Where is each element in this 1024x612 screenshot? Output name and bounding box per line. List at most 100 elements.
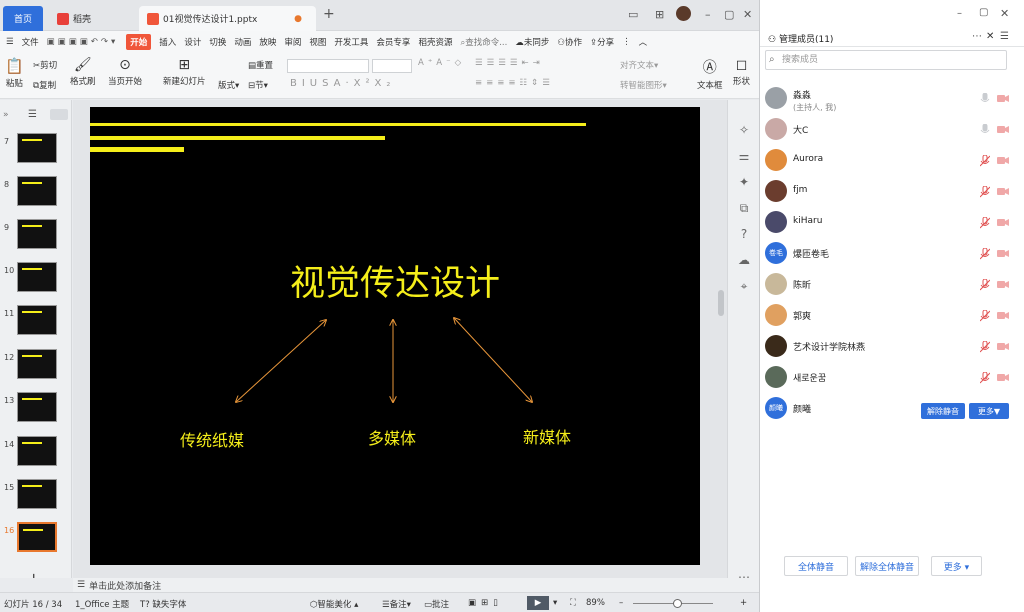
paste-button[interactable]: 📋 粘贴 xyxy=(5,57,24,89)
menu-transition[interactable]: 切换 xyxy=(209,36,226,48)
tab-home[interactable]: 首页 xyxy=(3,6,43,31)
textbox-button[interactable]: Ⓐ 文本框 xyxy=(697,57,723,91)
camera-off-icon[interactable] xyxy=(997,125,1009,134)
collapse-ribbon-icon[interactable]: ︿ xyxy=(639,36,648,48)
cloud-link-icon[interactable]: ☁ xyxy=(737,253,751,267)
member-close-icon[interactable]: ✕ xyxy=(986,31,994,42)
menu-file[interactable]: 文件 xyxy=(22,36,39,48)
member-row[interactable]: 大C xyxy=(765,117,1015,143)
font-family-select[interactable] xyxy=(287,59,369,73)
search-command[interactable]: ⌕查找命令... xyxy=(460,36,507,48)
slide-thumbnail[interactable] xyxy=(17,349,57,379)
tab-daoke[interactable]: 稻壳 xyxy=(49,6,135,31)
panel-collapse-icon[interactable]: » xyxy=(3,110,9,120)
mic-muted-icon[interactable] xyxy=(979,340,991,353)
camera-off-icon[interactable] xyxy=(997,249,1009,258)
mic-muted-icon[interactable] xyxy=(979,154,991,167)
copy-button[interactable]: ⧉复制 xyxy=(33,79,56,91)
slide-thumbnail[interactable] xyxy=(17,522,57,552)
camera-off-icon[interactable] xyxy=(997,342,1009,351)
camera-off-icon[interactable] xyxy=(997,373,1009,382)
comments-button[interactable]: ▭批注 xyxy=(424,598,449,610)
member-row[interactable]: 새로운꿈 xyxy=(765,365,1015,391)
member-row[interactable]: 淼淼 (主持人, 我) xyxy=(765,86,1015,112)
mic-muted-icon[interactable] xyxy=(979,309,991,322)
mic-muted-icon[interactable] xyxy=(979,371,991,384)
mic-icon[interactable] xyxy=(980,92,990,105)
maximize-icon[interactable]: ▢ xyxy=(724,8,734,21)
menu-review[interactable]: 审阅 xyxy=(284,36,301,48)
more-icon[interactable]: ⋮ xyxy=(622,37,631,47)
menu-animation[interactable]: 动画 xyxy=(234,36,251,48)
play-from-current-button[interactable]: ⊙ 当页开始 xyxy=(108,57,142,87)
panel-close-icon[interactable]: ✕ xyxy=(1000,7,1009,20)
close-icon[interactable]: ✕ xyxy=(743,8,752,21)
play-dropdown-icon[interactable]: ▾ xyxy=(553,598,557,608)
notes-bar[interactable]: ☰ 单击此处添加备注 xyxy=(73,578,759,592)
reset-button[interactable]: ▤重置 xyxy=(248,59,273,71)
cut-button[interactable]: ✂剪切 xyxy=(33,59,57,71)
add-slide-button[interactable]: + xyxy=(27,569,40,578)
thumbnail-view-icon[interactable] xyxy=(50,109,68,120)
settings-sliders-icon[interactable]: ⚌ xyxy=(737,149,751,163)
zoom-in-button[interactable]: + xyxy=(740,598,747,608)
slide-switch-icon[interactable]: ⧉ xyxy=(737,201,751,215)
vertical-scrollbar[interactable] xyxy=(718,290,724,316)
slide-thumbnail[interactable] xyxy=(17,436,57,466)
member-row[interactable]: 艺术设计学院林燕 xyxy=(765,334,1015,360)
notes-button[interactable]: ☰备注▾ xyxy=(382,598,411,610)
new-slide-button[interactable]: ⊞ 新建幻灯片 xyxy=(163,57,206,87)
outline-view-icon[interactable]: ☰ xyxy=(28,109,37,120)
mute-all-button[interactable]: 全体静音 xyxy=(784,556,848,576)
more-actions-button[interactable]: 更多 ▾ xyxy=(931,556,982,576)
unmute-all-button[interactable]: 解除全体静音 xyxy=(855,556,919,576)
camera-off-icon[interactable] xyxy=(997,218,1009,227)
slide-canvas[interactable]: 视觉传达设计 传统纸媒 多媒体 新媒体 xyxy=(90,107,700,565)
missing-font-button[interactable]: T? 缺失字体 xyxy=(140,598,186,610)
animation-icon[interactable]: ✧ xyxy=(737,123,751,137)
slide-thumbnail[interactable] xyxy=(17,305,57,335)
quick-access-icons[interactable]: ▣▣▣▣↶↷▾ xyxy=(47,37,119,47)
align-text-button[interactable]: 对齐文本▾ xyxy=(620,59,658,71)
mic-muted-icon[interactable] xyxy=(979,247,991,260)
zoom-out-button[interactable]: – xyxy=(619,598,623,608)
member-more-button[interactable]: 更多▼ xyxy=(969,403,1009,419)
member-row[interactable]: 陈昕 xyxy=(765,272,1015,298)
user-avatar[interactable] xyxy=(676,6,691,21)
section-button[interactable]: ⊟节▾ xyxy=(248,79,268,91)
slide-thumbnail[interactable] xyxy=(17,479,57,509)
font-size-select[interactable] xyxy=(372,59,412,73)
menu-view[interactable]: 视图 xyxy=(309,36,326,48)
member-row[interactable]: kiHaru xyxy=(765,210,1015,236)
menu-start[interactable]: 开始 xyxy=(126,34,152,50)
minimize-icon[interactable]: – xyxy=(705,8,711,21)
new-tab-button[interactable]: + xyxy=(323,6,335,22)
slide-thumbnail[interactable] xyxy=(17,262,57,292)
menu-member[interactable]: 会员专享 xyxy=(376,36,410,48)
tab-file[interactable]: 01视觉传达设计1.pptx ● xyxy=(139,6,316,31)
font-size-adjust-icons[interactable]: A⁺A⁻◇ xyxy=(418,58,465,68)
mic-muted-icon[interactable] xyxy=(979,216,991,229)
view-mode-icons[interactable]: ▣⊞▯ xyxy=(468,598,503,608)
panel-minimize-icon[interactable]: – xyxy=(957,8,962,19)
panel-maximize-icon[interactable]: ▢ xyxy=(979,7,988,18)
smart-graphic-button[interactable]: 转智能图形▾ xyxy=(620,79,667,91)
camera-off-icon[interactable] xyxy=(997,156,1009,165)
layout-button[interactable]: 版式▾ xyxy=(218,79,239,91)
format-painter-button[interactable]: 🖌 格式刷 xyxy=(70,57,96,87)
collab-button[interactable]: ⚇协作 xyxy=(557,36,582,48)
slide-thumbnail[interactable] xyxy=(17,133,57,163)
member-menu-icon[interactable]: ☰ xyxy=(1000,31,1009,42)
share-button[interactable]: ⇪分享 xyxy=(590,36,614,48)
slide-thumbnail[interactable] xyxy=(17,392,57,422)
window-layout-icon[interactable]: ▭ xyxy=(628,8,638,21)
member-row[interactable]: 卷毛 爆匝卷毛 xyxy=(765,241,1015,267)
unsync-button[interactable]: ☁未同步 xyxy=(515,36,549,48)
mic-muted-icon[interactable] xyxy=(979,278,991,291)
member-search-input[interactable]: 搜索成员 xyxy=(765,50,1007,70)
member-more-icon[interactable]: ⋯ xyxy=(972,31,982,42)
font-style-icons[interactable]: BIUSA·X²X₂ xyxy=(290,78,395,89)
camera-off-icon[interactable] xyxy=(997,280,1009,289)
camera-off-icon[interactable] xyxy=(997,94,1009,103)
align-icons[interactable]: ≡≡≡≡☷⇕☰ xyxy=(475,78,554,88)
